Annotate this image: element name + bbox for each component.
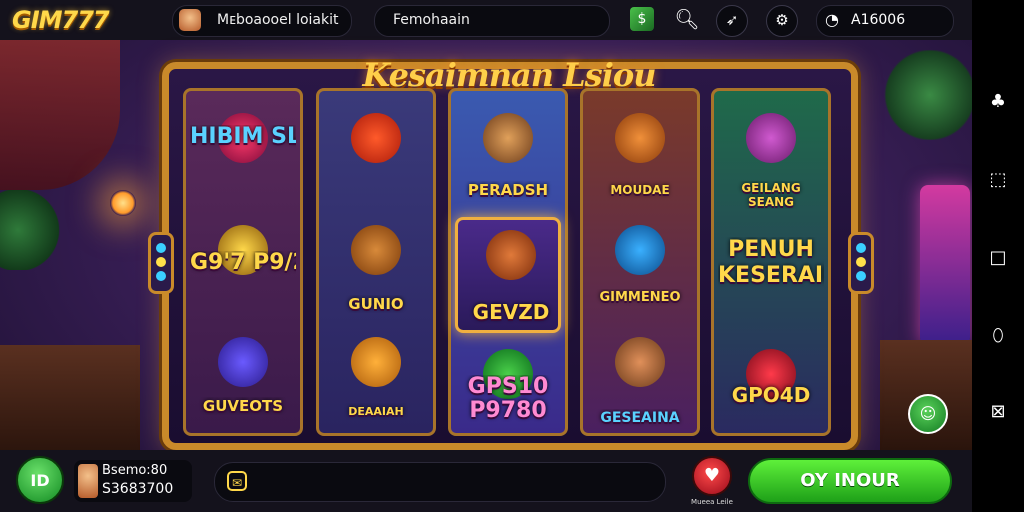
symbol-label: GESEAINA [600, 410, 680, 426]
symbol-art [483, 113, 533, 163]
search-icon[interactable]: 🔍︎ [672, 5, 702, 35]
reel-3[interactable]: PERADSH GEVZD GPS10 P9780 [448, 88, 568, 436]
lantern [110, 190, 136, 216]
avatar-icon [179, 9, 201, 31]
symbol-label: G9'7 P9/20 [190, 251, 296, 275]
symbol-art [615, 225, 665, 275]
symbol-label: GUVEOTS [202, 397, 284, 415]
symbol-art [218, 337, 268, 387]
symbol-art [486, 230, 536, 280]
symbol-cell[interactable]: DEAAIAH [323, 327, 429, 431]
message-icon: ✉ [227, 471, 247, 491]
symbol-art [746, 113, 796, 163]
symbol-label: GIMMENEO [599, 290, 681, 305]
symbol-label: GPS10 P9780 [467, 375, 549, 423]
symbol-cell[interactable]: GESEAINA [587, 327, 693, 431]
curtain [0, 40, 120, 190]
symbol-label: GEVZD [472, 300, 550, 324]
app-logo[interactable]: GIM777 [12, 6, 110, 34]
reel-4[interactable]: MOUDAE GIMMENEO GESEAINA [580, 88, 700, 436]
symbol-art [351, 337, 401, 387]
plant-right [880, 50, 972, 140]
favorite-caption: Mueea Leile [691, 498, 733, 506]
symbol-art [615, 113, 665, 163]
play-button[interactable]: OY INOUR [748, 458, 952, 504]
recents-icon[interactable]: □ [986, 246, 1010, 270]
cashier-icon[interactable]: $ [630, 7, 654, 31]
rocket-icon[interactable]: ➶ [716, 5, 748, 37]
chat-bubble-icon[interactable]: ☺ [908, 394, 948, 434]
symbol-label: GEILANG SEANG [741, 181, 801, 209]
symbol-art [615, 337, 665, 387]
account-name: Bsemo:80 [102, 463, 168, 478]
plant-left [0, 190, 60, 270]
symbol-cell[interactable] [323, 103, 429, 207]
coin-icon: ◔ [825, 10, 839, 29]
user-profile[interactable]: Mᴇboaooel loiakit [172, 5, 352, 37]
balance-display[interactable]: ◔ A16006 [816, 5, 954, 37]
symbol-art [351, 113, 401, 163]
table-left [0, 345, 140, 455]
symbol-cell[interactable]: GPO4D [718, 339, 824, 443]
balance-value: A16006 [851, 12, 906, 28]
reel-2[interactable]: GUNIO DEAAIAH [316, 88, 436, 436]
slot-machine-decor [920, 185, 970, 345]
symbol-cell[interactable]: GPS10 P9780 [455, 339, 561, 443]
home-icon[interactable]: ⬯ [986, 324, 1010, 348]
highlighted-symbol-cell[interactable]: GEVZD [455, 217, 561, 333]
search-field[interactable]: Femohaain [374, 5, 610, 37]
symbol-cell[interactable]: MOUDAE [587, 103, 693, 207]
account-value: S3683700 [102, 481, 174, 497]
back-icon[interactable]: ⊠ [986, 400, 1010, 424]
symbol-cell[interactable]: PERADSH [455, 103, 561, 207]
puzzle-icon[interactable]: ♣ [986, 90, 1010, 114]
account-card[interactable]: Bsemo:80 S3683700 [74, 460, 192, 502]
chat-input[interactable]: ✉ [214, 462, 666, 502]
id-button[interactable]: ID [16, 456, 64, 504]
symbol-label: GUNIO [348, 295, 404, 313]
left-ornament [148, 232, 174, 294]
screenshot-icon[interactable]: ⬚ [986, 168, 1010, 192]
symbol-label: PERADSH [467, 181, 549, 199]
search-text: Femohaain [393, 12, 470, 28]
symbol-cell[interactable]: GUNIO [323, 215, 429, 319]
symbol-cell[interactable]: G9'7 P9/20 [190, 215, 296, 319]
symbol-cell[interactable]: GIMMENEO [587, 215, 693, 319]
favorite-button[interactable]: ♥ [692, 456, 732, 496]
symbol-label: DEAAIAH [348, 405, 404, 418]
symbol-cell[interactable]: GUVEOTS [190, 327, 296, 431]
reel-1[interactable]: HIBIM SLAN G9'7 P9/20 GUVEOTS [183, 88, 303, 436]
symbol-label: HIBIM SLAN [190, 125, 296, 149]
symbol-label: PENUH KESERAIN [718, 237, 824, 288]
settings-icon[interactable]: ⚙ [766, 5, 798, 37]
avatar-icon [78, 464, 98, 498]
symbol-art [351, 225, 401, 275]
symbol-label: MOUDAE [610, 183, 670, 197]
symbol-cell[interactable]: GEILANG SEANG [718, 103, 824, 209]
right-ornament [848, 232, 874, 294]
symbol-cell[interactable]: HIBIM SLAN [190, 103, 296, 207]
system-nav-bar: ♣ ⬚ □ ⬯ ⊠ [972, 0, 1024, 512]
symbol-label: GPO4D [731, 383, 811, 407]
symbol-cell[interactable]: PENUH KESERAIN [718, 227, 824, 331]
reel-5[interactable]: GEILANG SEANG PENUH KESERAIN GPO4D [711, 88, 831, 436]
user-name: Mᴇboaooel loiakit [217, 12, 339, 28]
